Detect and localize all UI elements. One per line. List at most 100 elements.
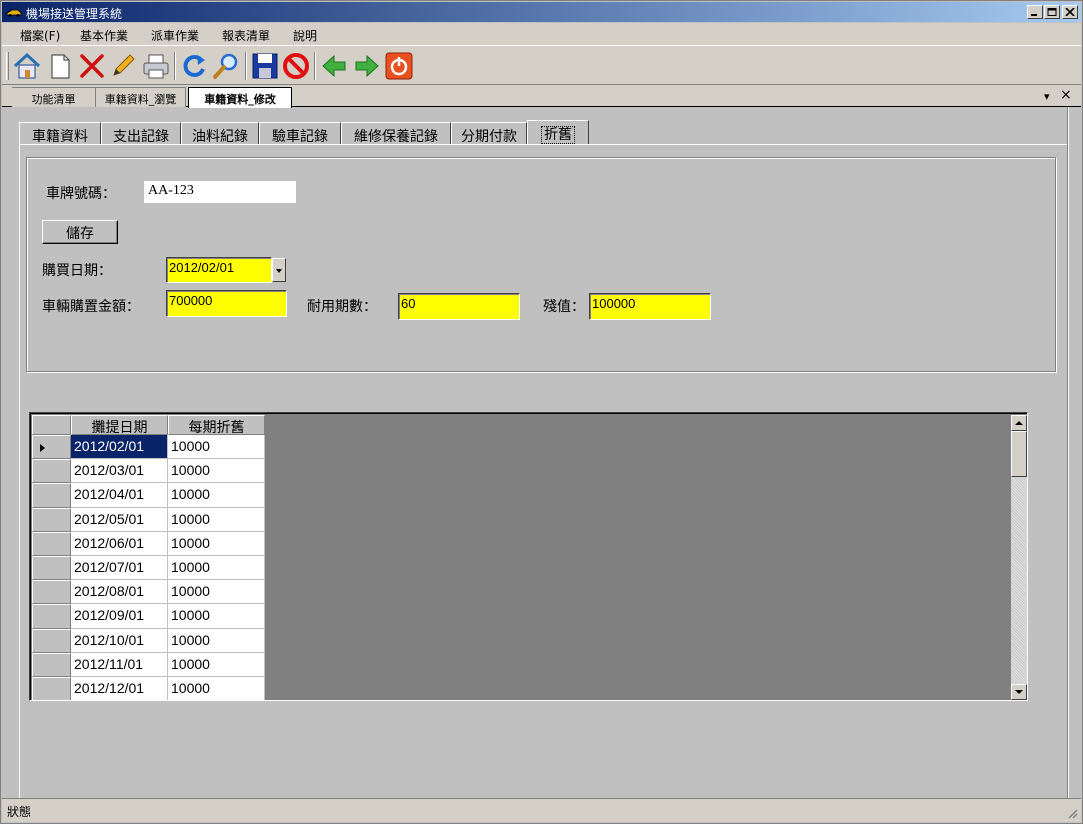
cell-amortization-date[interactable]: 2012/08/01 — [71, 580, 168, 605]
row-header[interactable] — [32, 483, 71, 508]
status-text: 狀態 — [7, 805, 32, 819]
toolbar — [2, 45, 1081, 85]
title-bar[interactable]: 機場接送管理系統 — [2, 2, 1081, 22]
purchase-amount-input[interactable]: 700000 — [166, 290, 287, 317]
scroll-down-button[interactable] — [1011, 684, 1027, 700]
cell-depreciation-amount[interactable]: 10000 — [168, 604, 265, 629]
cell-amortization-date[interactable]: 2012/09/01 — [71, 604, 168, 629]
save-button[interactable]: 儲存 — [42, 220, 118, 244]
date-picker-dropdown-icon[interactable] — [272, 258, 286, 282]
cancel-icon[interactable] — [281, 51, 311, 81]
search-icon[interactable] — [211, 51, 241, 81]
depreciation-settings-group: 車牌號碼： AA-123 儲存 購買日期： 2012/02/01 車輛購置金額：… — [26, 157, 1056, 372]
tab-depreciation-label: 折舊 — [541, 126, 575, 144]
close-window-button[interactable] — [1062, 5, 1078, 19]
toolbar-separator — [245, 52, 247, 80]
row-header[interactable] — [32, 604, 71, 629]
residual-value-input[interactable]: 100000 — [589, 293, 711, 320]
maximize-button[interactable] — [1044, 5, 1060, 19]
current-row-indicator-icon — [40, 444, 45, 452]
row-header[interactable] — [32, 677, 71, 700]
column-header-amortization-date[interactable]: 攤提日期 — [71, 415, 168, 436]
useful-periods-input[interactable]: 60 — [398, 293, 520, 320]
print-icon[interactable] — [141, 51, 171, 81]
window-title: 機場接送管理系統 — [26, 7, 123, 21]
cell-amortization-date[interactable]: 2012/07/01 — [71, 556, 168, 581]
tab-depreciation[interactable]: 折舊 — [527, 120, 589, 144]
cell-amortization-date[interactable]: 2012/04/01 — [71, 483, 168, 508]
tab-list-dropdown-icon[interactable]: ▾ — [1044, 90, 1050, 103]
doc-tab-vehicle-edit[interactable]: 車籍資料_修改 — [188, 87, 292, 108]
cell-amortization-date[interactable]: 2012/05/01 — [71, 507, 168, 532]
status-bar: 狀態 — [2, 798, 1081, 822]
purchase-amount-label: 車輛購置金額： — [42, 299, 140, 315]
cell-amortization-date[interactable]: 2012/06/01 — [71, 531, 168, 556]
refresh-icon[interactable] — [179, 51, 209, 81]
row-header[interactable] — [32, 435, 71, 460]
cell-depreciation-amount[interactable]: 10000 — [168, 556, 265, 581]
row-header[interactable] — [32, 652, 71, 677]
document-tab-strip: 功能清單 車籍資料_瀏覽 車籍資料_修改 ▾ × — [2, 85, 1081, 108]
menu-basic-operations[interactable]: 基本作業 — [80, 27, 128, 44]
vertical-scrollbar[interactable] — [1011, 415, 1027, 700]
new-document-icon[interactable] — [45, 51, 75, 81]
cell-amortization-date[interactable]: 2012/11/01 — [71, 652, 168, 677]
row-header[interactable] — [32, 556, 71, 581]
tab-expense-records[interactable]: 支出記錄 — [101, 122, 181, 145]
doc-tab-function-list[interactable]: 功能清單 — [12, 87, 96, 107]
close-tab-icon[interactable]: × — [1060, 87, 1072, 103]
plate-number-label: 車牌號碼： — [46, 186, 116, 202]
previous-icon[interactable] — [319, 51, 349, 81]
cell-depreciation-amount[interactable]: 10000 — [168, 677, 265, 700]
purchase-date-input[interactable]: 2012/02/01 — [166, 257, 272, 283]
scroll-up-button[interactable] — [1011, 415, 1027, 431]
cell-amortization-date[interactable]: 2012/12/01 — [71, 677, 168, 700]
row-header[interactable] — [32, 580, 71, 605]
tab-installment-payments[interactable]: 分期付款 — [451, 122, 527, 145]
row-header[interactable] — [32, 628, 71, 653]
plate-number-value: AA-123 — [144, 181, 296, 203]
menu-report-list[interactable]: 報表清單 — [222, 27, 270, 44]
cell-amortization-date[interactable]: 2012/10/01 — [71, 628, 168, 653]
row-header[interactable] — [32, 531, 71, 556]
client-area: 車籍資料 支出記錄 油料紀錄 驗車記錄 維修保養記錄 分期付款 折舊 車牌號碼：… — [2, 108, 1081, 798]
power-icon[interactable] — [384, 51, 414, 81]
row-header[interactable] — [32, 507, 71, 532]
toolbar-grip[interactable] — [6, 52, 9, 80]
resize-grip-icon[interactable] — [1066, 807, 1078, 819]
cell-amortization-date[interactable]: 2012/02/01 — [71, 435, 168, 460]
home-icon[interactable] — [12, 51, 42, 81]
toolbar-separator — [314, 52, 316, 80]
cell-depreciation-amount[interactable]: 10000 — [168, 652, 265, 677]
tab-maintenance-records[interactable]: 維修保養記錄 — [341, 122, 451, 145]
tab-inspection-records[interactable]: 驗車記錄 — [259, 122, 341, 145]
row-header[interactable] — [32, 459, 71, 484]
scroll-thumb[interactable] — [1011, 431, 1027, 477]
depreciation-schedule-grid[interactable]: 攤提日期 每期折舊 2012/02/01 10000 2012/03/01 10000… — [29, 412, 1028, 701]
cell-depreciation-amount[interactable]: 10000 — [168, 483, 265, 508]
grid-corner-header[interactable] — [32, 415, 71, 435]
main-window: 機場接送管理系統 檔案(F) 基本作業 派車作業 報表清單 說明 功能清單 車籍… — [0, 0, 1083, 824]
cell-depreciation-amount[interactable]: 10000 — [168, 435, 265, 460]
cell-depreciation-amount[interactable]: 10000 — [168, 580, 265, 605]
cell-depreciation-amount[interactable]: 10000 — [168, 507, 265, 532]
cell-depreciation-amount[interactable]: 10000 — [168, 628, 265, 653]
menu-bar: 檔案(F) 基本作業 派車作業 報表清單 說明 — [2, 23, 1081, 45]
save-icon[interactable] — [250, 51, 280, 81]
tab-vehicle-info[interactable]: 車籍資料 — [19, 122, 101, 145]
purchase-date-label: 購買日期： — [42, 263, 112, 279]
edit-pencil-icon[interactable] — [108, 51, 138, 81]
column-header-depreciation-per-period[interactable]: 每期折舊 — [168, 415, 265, 436]
doc-tab-vehicle-browse[interactable]: 車籍資料_瀏覽 — [96, 87, 186, 107]
menu-file[interactable]: 檔案(F) — [20, 27, 60, 44]
useful-periods-label: 耐用期數： — [307, 299, 377, 315]
menu-dispatch-operations[interactable]: 派車作業 — [151, 27, 199, 44]
cell-depreciation-amount[interactable]: 10000 — [168, 531, 265, 556]
cell-amortization-date[interactable]: 2012/03/01 — [71, 459, 168, 484]
delete-icon[interactable] — [77, 51, 107, 81]
cell-depreciation-amount[interactable]: 10000 — [168, 459, 265, 484]
minimize-button[interactable] — [1027, 5, 1043, 19]
tab-fuel-records[interactable]: 油料紀錄 — [181, 122, 259, 145]
next-icon[interactable] — [352, 51, 382, 81]
menu-help[interactable]: 說明 — [293, 27, 317, 44]
